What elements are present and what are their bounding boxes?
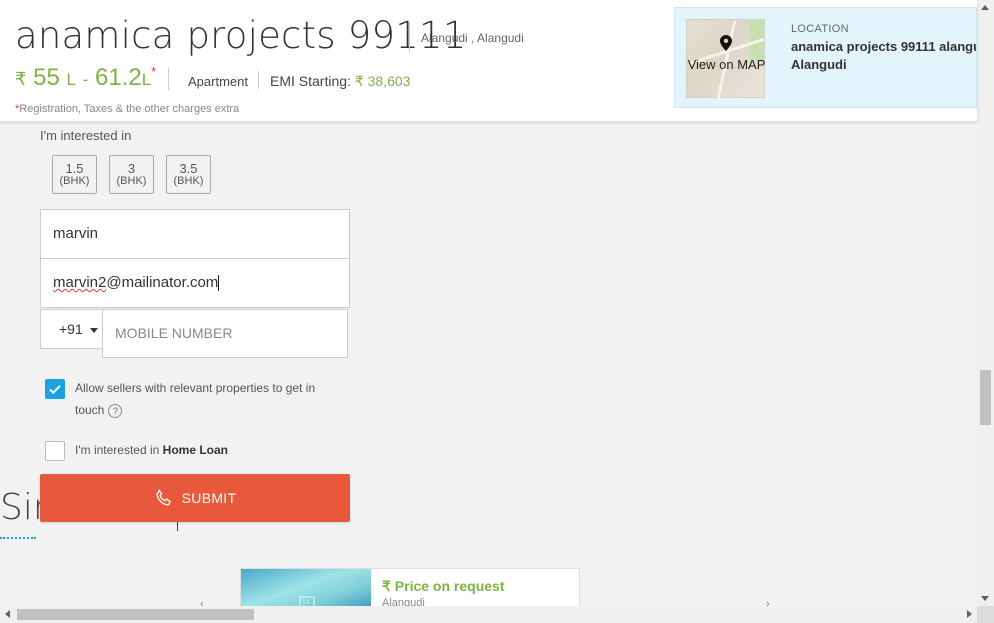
home-loan-checkbox[interactable] bbox=[45, 441, 65, 461]
location-heading: LOCATION bbox=[791, 23, 849, 35]
project-locality: Alangudi , Alangudi bbox=[421, 31, 524, 45]
bhk-interest-label: I'm interested in bbox=[40, 128, 132, 143]
text-cursor bbox=[218, 275, 220, 292]
bhk-option-3-5[interactable]: 3.5 (BHK) bbox=[166, 155, 211, 194]
view-on-map-button[interactable]: View on MAP bbox=[686, 19, 766, 99]
price-max: 61.2 bbox=[94, 64, 142, 91]
vertical-scroll-thumb[interactable] bbox=[980, 370, 991, 425]
scroll-left-icon[interactable] bbox=[5, 610, 10, 618]
bhk-unit: (BHK) bbox=[173, 175, 204, 187]
price-min: 55 bbox=[33, 64, 60, 91]
home-loan-prefix: I'm interested in bbox=[75, 443, 160, 457]
price-separator: - bbox=[82, 70, 89, 89]
submit-label: SUBMIT bbox=[181, 490, 237, 506]
scroll-down-icon[interactable] bbox=[981, 596, 989, 601]
similar-project-card[interactable]: ₹ Price on request Alangudi bbox=[240, 568, 580, 608]
title-divider bbox=[409, 22, 410, 52]
price-range: ₹ 55 L - 61.2L* bbox=[15, 64, 156, 92]
card-price: ₹ Price on request bbox=[382, 578, 505, 594]
bhk-unit: (BHK) bbox=[116, 175, 147, 187]
bhk-size: 1.5 bbox=[65, 161, 84, 176]
scroll-up-icon[interactable] bbox=[981, 5, 989, 10]
help-icon[interactable]: ? bbox=[108, 403, 123, 418]
location-address: anamica projects 99111 alangudi, Alangud… bbox=[791, 39, 977, 72]
heading-underline bbox=[0, 537, 36, 539]
disclaimer-text: Registration, Taxes & the other charges … bbox=[19, 103, 240, 115]
emi-value: ₹ 38,603 bbox=[354, 73, 411, 89]
price-divider bbox=[168, 68, 169, 90]
email-field[interactable]: marvin2@mailinator.com bbox=[40, 258, 350, 308]
bhk-option-3[interactable]: 3 (BHK) bbox=[109, 155, 154, 194]
price-max-unit: L bbox=[141, 70, 152, 89]
home-loan-emphasis: Home Loan bbox=[162, 443, 229, 457]
country-code-value: +91 bbox=[59, 321, 83, 337]
type-divider bbox=[258, 71, 259, 89]
map-pin-icon bbox=[720, 35, 732, 51]
emi-info: EMI Starting: ₹ 38,603 bbox=[270, 73, 410, 90]
price-min-unit: L bbox=[66, 70, 76, 89]
view-on-map-label: View on MAP bbox=[687, 57, 766, 72]
country-code-select[interactable]: +91 bbox=[40, 309, 103, 349]
phone-icon bbox=[156, 489, 171, 506]
mobile-number-input[interactable]: MOBILE NUMBER bbox=[102, 309, 348, 358]
rupee-icon: ₹ bbox=[15, 69, 27, 89]
name-value: marvin bbox=[53, 225, 99, 242]
allow-sellers-label[interactable]: Allow sellers with relevant properties t… bbox=[75, 377, 335, 421]
email-value-suffix: @mailinator.com bbox=[106, 274, 219, 291]
caret-down-icon bbox=[89, 327, 98, 333]
project-thumbnail bbox=[241, 569, 371, 607]
bhk-option-1-5[interactable]: 1.5 (BHK) bbox=[52, 155, 97, 194]
name-field[interactable]: marvin bbox=[40, 209, 350, 259]
allow-sellers-checkbox[interactable] bbox=[45, 379, 65, 399]
bhk-size: 3.5 bbox=[179, 161, 198, 176]
mobile-placeholder: MOBILE NUMBER bbox=[115, 325, 233, 341]
location-panel: View on MAP LOCATION anamica projects 99… bbox=[674, 7, 977, 108]
scrollbar-corner bbox=[977, 606, 994, 623]
horizontal-scroll-thumb[interactable] bbox=[17, 609, 254, 620]
project-title: anamica projects 99111 bbox=[15, 14, 467, 57]
submit-button[interactable]: SUBMIT bbox=[40, 474, 350, 522]
scroll-right-icon[interactable] bbox=[967, 610, 972, 618]
bhk-unit: (BHK) bbox=[59, 175, 90, 187]
email-value-prefix: marvin2 bbox=[53, 274, 107, 291]
vertical-scrollbar[interactable] bbox=[977, 0, 994, 606]
property-type: Apartment bbox=[188, 74, 248, 89]
price-asterisk: * bbox=[151, 64, 157, 79]
checkmark-icon bbox=[49, 385, 61, 395]
home-loan-label[interactable]: I'm interested in Home Loan bbox=[75, 439, 228, 461]
charges-disclaimer: *Registration, Taxes & the other charges… bbox=[15, 103, 239, 115]
project-header: anamica projects 99111 Alangudi , Alangu… bbox=[0, 0, 977, 122]
bhk-size: 3 bbox=[127, 161, 136, 176]
emi-label: EMI Starting: bbox=[270, 73, 351, 89]
